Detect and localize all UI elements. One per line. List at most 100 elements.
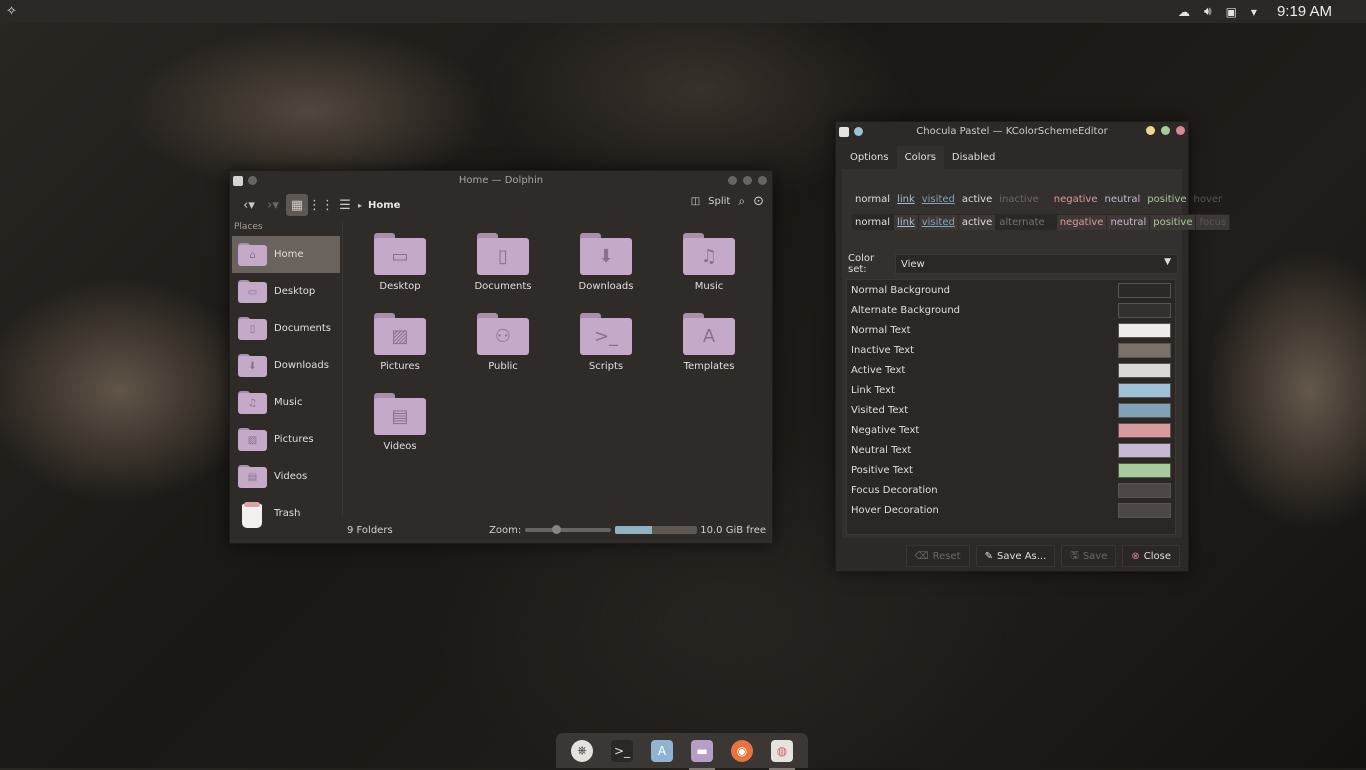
- clock[interactable]: 9:19 AM: [1277, 3, 1332, 20]
- color-row: Positive Text: [847, 460, 1175, 480]
- place-home[interactable]: ⌂ Home: [232, 236, 340, 273]
- save-icon: 🖫: [1070, 549, 1079, 561]
- kcs-button-box: ⌫ Reset ✎ Save As... 🖫 Save ⊗ Close: [905, 545, 1180, 567]
- save-as-button[interactable]: ✎ Save As...: [975, 545, 1056, 567]
- compact-view-button[interactable]: ⋮⋮: [308, 194, 334, 216]
- video-icon: ▤: [374, 393, 426, 435]
- terminal-icon: >_: [593, 325, 619, 347]
- preview-visited: visited: [921, 193, 955, 205]
- menu-icon[interactable]: ⊙: [753, 194, 764, 209]
- preview-negative: negative: [1056, 214, 1107, 230]
- kcs-close-button[interactable]: [1176, 126, 1185, 135]
- folder-item-pictures[interactable]: ▨ Pictures: [355, 313, 445, 372]
- tab-options[interactable]: Options: [842, 146, 897, 169]
- desktop-icon: ▭: [374, 233, 426, 275]
- preview-inactive: inactive: [999, 193, 1039, 205]
- color-swatch-button[interactable]: [1118, 283, 1171, 298]
- color-role-name: Visited Text: [851, 404, 909, 416]
- place-desktop[interactable]: ▭ Desktop: [232, 273, 340, 310]
- places-panel: Places ⌂ Home ▭ Desktop ▯ Documents ⬇ Downloads…: [232, 222, 340, 532]
- folder-item-downloads[interactable]: ⬇ Downloads: [561, 233, 651, 292]
- zoom-slider[interactable]: [525, 525, 612, 534]
- template-icon: A: [683, 313, 735, 355]
- zoom-label: Zoom:: [489, 524, 522, 536]
- volume-icon[interactable]: 🔊︎: [1204, 4, 1212, 19]
- breadcrumb-home[interactable]: Home: [368, 200, 400, 211]
- color-swatch-button[interactable]: [1118, 343, 1171, 358]
- reset-icon: ⌫: [914, 550, 929, 562]
- template-icon: A: [702, 325, 716, 347]
- split-button[interactable]: Split: [708, 196, 730, 207]
- zoom-handle[interactable]: [552, 525, 562, 534]
- place-documents[interactable]: ▯ Documents: [232, 310, 340, 347]
- maximize-button[interactable]: [743, 176, 752, 185]
- place-pictures[interactable]: ▨ Pictures: [232, 421, 340, 458]
- save-button[interactable]: 🖫 Save: [1061, 545, 1117, 567]
- terminal-icon[interactable]: >_: [611, 739, 633, 762]
- save-label: Save: [1082, 550, 1108, 562]
- color-role-name: Normal Background: [851, 284, 951, 296]
- color-role-name: Alternate Background: [851, 304, 961, 316]
- minimize-button[interactable]: [728, 176, 737, 185]
- system-tray: ☁ 🔊︎ ▣ ▾ 9:19 AM: [1178, 0, 1366, 23]
- reset-button[interactable]: ⌫ Reset: [905, 545, 970, 567]
- color-swatch-button[interactable]: [1118, 383, 1171, 398]
- split-icon[interactable]: ◫: [691, 196, 700, 207]
- place-music[interactable]: ♫ Music: [232, 384, 340, 421]
- color-swatch-button[interactable]: [1118, 503, 1171, 518]
- tab-disabled[interactable]: Disabled: [944, 146, 1003, 169]
- download-icon: ⬇: [238, 353, 267, 378]
- color-swatch-button[interactable]: [1118, 463, 1171, 478]
- weather-icon[interactable]: ☁: [1178, 5, 1190, 19]
- folder-item-desktop[interactable]: ▭ Desktop: [355, 233, 445, 292]
- close-dialog-button[interactable]: ⊗ Close: [1122, 545, 1180, 567]
- back-button[interactable]: ‹▾: [238, 194, 260, 216]
- app-launcher-icon[interactable]: ✧: [6, 4, 17, 19]
- color-swatch-button[interactable]: [1118, 443, 1171, 458]
- color-swatch-button[interactable]: [1118, 323, 1171, 338]
- picture-icon: ▨: [238, 427, 267, 452]
- firefox-icon[interactable]: ◉: [731, 739, 753, 762]
- place-downloads[interactable]: ⬇ Downloads: [232, 347, 340, 384]
- search-icon[interactable]: ⌕: [738, 194, 745, 209]
- folder-item-public[interactable]: ⚇ Public: [458, 313, 548, 372]
- color-swatch-button[interactable]: [1118, 303, 1171, 318]
- kcs-maximize-button[interactable]: [1161, 126, 1170, 135]
- color-swatch-button[interactable]: [1118, 363, 1171, 378]
- folder-item-templates[interactable]: A Templates: [664, 313, 754, 372]
- folder-item-scripts[interactable]: >_ Scripts: [561, 313, 651, 372]
- close-button[interactable]: [758, 176, 767, 185]
- panel-divider[interactable]: [342, 221, 343, 517]
- steering-wheel-icon[interactable]: ⎈: [571, 739, 593, 762]
- color-swatch-button[interactable]: [1118, 423, 1171, 438]
- preview-visited: visited: [918, 214, 958, 230]
- kcs-minimize-button[interactable]: [1146, 126, 1155, 135]
- free-space: 10.0 GiB free: [700, 524, 766, 536]
- color-swatch-button[interactable]: [1118, 403, 1171, 418]
- people-icon: ⚇: [477, 313, 529, 355]
- icons-view-button[interactable]: ▦: [286, 194, 308, 216]
- tray-expand-icon[interactable]: ▾: [1251, 5, 1257, 19]
- desktop-icon: ▭: [247, 286, 258, 298]
- preview-row-alternate: normal link visited active alternate negative…: [852, 214, 1231, 230]
- app-store-icon[interactable]: A: [651, 739, 673, 762]
- color-set-combo[interactable]: View ▼: [895, 254, 1178, 274]
- display-icon[interactable]: ▣: [1226, 5, 1237, 19]
- video-icon: ▤: [391, 405, 409, 427]
- kcs-titlebar[interactable]: Chocula Pastel — KColorSchemeEditor: [836, 122, 1188, 141]
- tab-colors[interactable]: Colors: [896, 146, 944, 169]
- folder-item-videos[interactable]: ▤ Videos: [355, 393, 445, 452]
- forward-button[interactable]: ›▾: [262, 194, 284, 216]
- color-swatch-button[interactable]: [1118, 483, 1171, 498]
- place-videos[interactable]: ▤ Videos: [232, 458, 340, 495]
- color-picker-icon[interactable]: ◍: [769, 739, 795, 770]
- place-label: Desktop: [274, 286, 316, 297]
- details-view-button[interactable]: ☰: [334, 194, 356, 216]
- files-icon[interactable]: ▬: [689, 739, 715, 770]
- folder-label: Templates: [683, 361, 735, 372]
- color-set-label: Color set:: [848, 253, 875, 275]
- dolphin-titlebar[interactable]: Home — Dolphin: [230, 171, 772, 190]
- folder-item-documents[interactable]: ▯ Documents: [458, 233, 548, 292]
- picture-icon: ▨: [374, 313, 426, 355]
- folder-item-music[interactable]: ♫ Music: [664, 233, 754, 292]
